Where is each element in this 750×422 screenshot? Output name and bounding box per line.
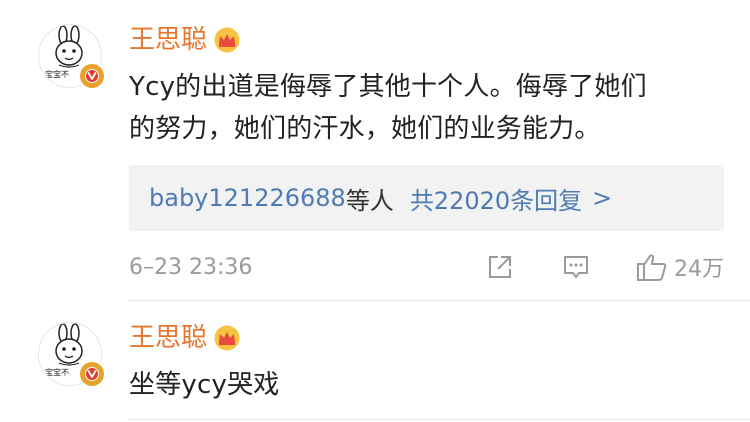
- avatar-caption: 宝宝不: [45, 368, 69, 377]
- username-row: 王思聪: [129, 27, 241, 53]
- comment-text: 坐等ycy哭戏: [129, 364, 729, 406]
- comment-text-line: 的努力，她们的汗水，她们的业务能力。: [129, 114, 601, 144]
- comment-meta: 6–23 23:36 24万: [129, 250, 724, 284]
- share-icon: [489, 256, 511, 278]
- share-button[interactable]: [486, 253, 514, 281]
- avatar[interactable]: 宝宝不: [38, 24, 106, 90]
- comment-divider: [129, 419, 750, 420]
- timestamp: 6–23 23:36: [129, 254, 253, 280]
- replies-summary[interactable]: baby121226688 等人 共22020条回复 >: [129, 165, 724, 231]
- comment-text: Ycy的出道是侮辱了其他十个人。侮辱了她们 的努力，她们的汗水，她们的业务能力。: [129, 66, 729, 150]
- crown-icon: [213, 325, 241, 351]
- comment-thread: 宝宝不 王思聪 Ycy的出道是侮辱了其他十个人。侮辱了她们 的努力，她们的汗水，…: [0, 0, 750, 422]
- reply-count-link[interactable]: 共22020条回复: [410, 181, 582, 216]
- username-row: 王思聪: [129, 325, 241, 351]
- thumbs-up-icon: [637, 254, 667, 281]
- like-button[interactable]: 24万: [636, 251, 724, 283]
- comment-divider: [129, 300, 750, 301]
- comment-text-line: Ycy的出道是侮辱了其他十个人。侮辱了她们: [129, 72, 647, 102]
- reply-users-link[interactable]: baby121226688: [149, 184, 346, 212]
- verified-v-icon: [78, 62, 106, 90]
- crown-icon: [213, 27, 241, 53]
- comment-button[interactable]: [562, 253, 590, 281]
- comment-text-line: 坐等ycy哭戏: [129, 370, 280, 400]
- username[interactable]: 王思聪: [129, 27, 207, 53]
- avatar-caption: 宝宝不: [45, 70, 69, 79]
- verified-v-icon: [78, 360, 106, 388]
- reply-users-suffix: 等人: [345, 186, 394, 215]
- like-count: 24万: [674, 257, 724, 282]
- avatar[interactable]: 宝宝不: [38, 322, 106, 388]
- username[interactable]: 王思聪: [129, 325, 207, 351]
- chevron-right-icon[interactable]: >: [592, 184, 612, 212]
- comment-icon: [564, 256, 588, 278]
